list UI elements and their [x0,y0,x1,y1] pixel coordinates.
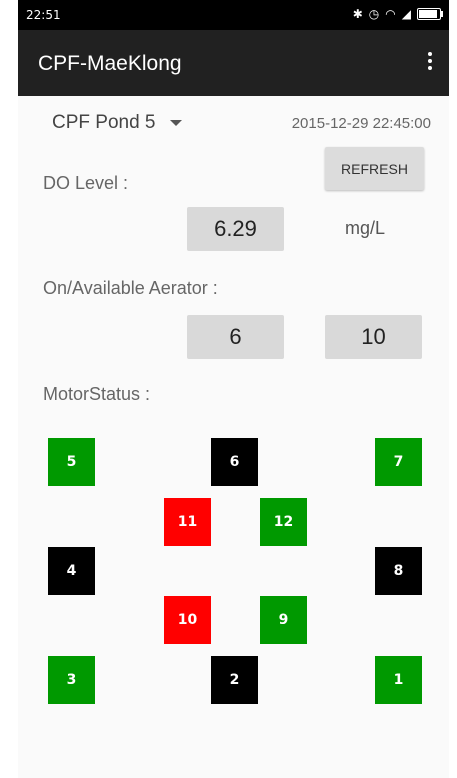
app-title: CPF-MaeKlong [38,52,182,75]
motor-tile: 8 [375,547,422,595]
aerator-label: On/Available Aerator : [43,278,218,298]
refresh-button[interactable]: REFRESH [325,147,424,190]
last-update-datetime: 2015-12-29 22:45:00 [291,115,431,132]
status-bar: 22:51 ✱ ◷ ◠ ◢ [18,0,449,30]
overflow-menu-icon[interactable] [425,49,435,75]
bluetooth-icon: ✱ [352,7,363,21]
motor-status-label: MotorStatus : [43,384,151,404]
aerator-on-value: 6 [187,315,284,359]
motor-tile: 7 [375,438,422,486]
motor-tile: 12 [260,498,307,546]
do-unit: mg/L [345,218,386,238]
battery-icon [417,8,443,20]
alarm-icon: ◷ [368,7,380,21]
motor-tile: 2 [211,656,258,704]
do-level-label: DO Level : [43,173,129,193]
dropdown-caret-icon [169,120,182,126]
status-time: 22:51 [26,8,61,22]
motor-tile: 5 [48,438,95,486]
signal-icon: ◢ [401,7,411,21]
phone-screen: 22:51 ✱ ◷ ◠ ◢ CPF-MaeKlong CPF Pond 5 20… [18,0,449,778]
app-bar: CPF-MaeKlong [18,30,449,96]
motor-tile: 4 [48,547,95,595]
motor-tile: 9 [260,596,307,644]
motor-tile: 1 [375,656,422,704]
motor-tile: 10 [164,596,211,644]
motor-tile: 11 [164,498,211,546]
pond-spinner[interactable]: CPF Pond 5 [52,112,182,134]
motor-tile: 6 [211,438,258,486]
motor-tile: 3 [48,656,95,704]
do-value: 6.29 [187,207,284,251]
status-icons: ✱ ◷ ◠ ◢ [352,7,443,21]
pond-selected: CPF Pond 5 [52,112,156,133]
wifi-icon: ◠ [385,7,396,21]
aerator-available-value: 10 [325,315,422,359]
